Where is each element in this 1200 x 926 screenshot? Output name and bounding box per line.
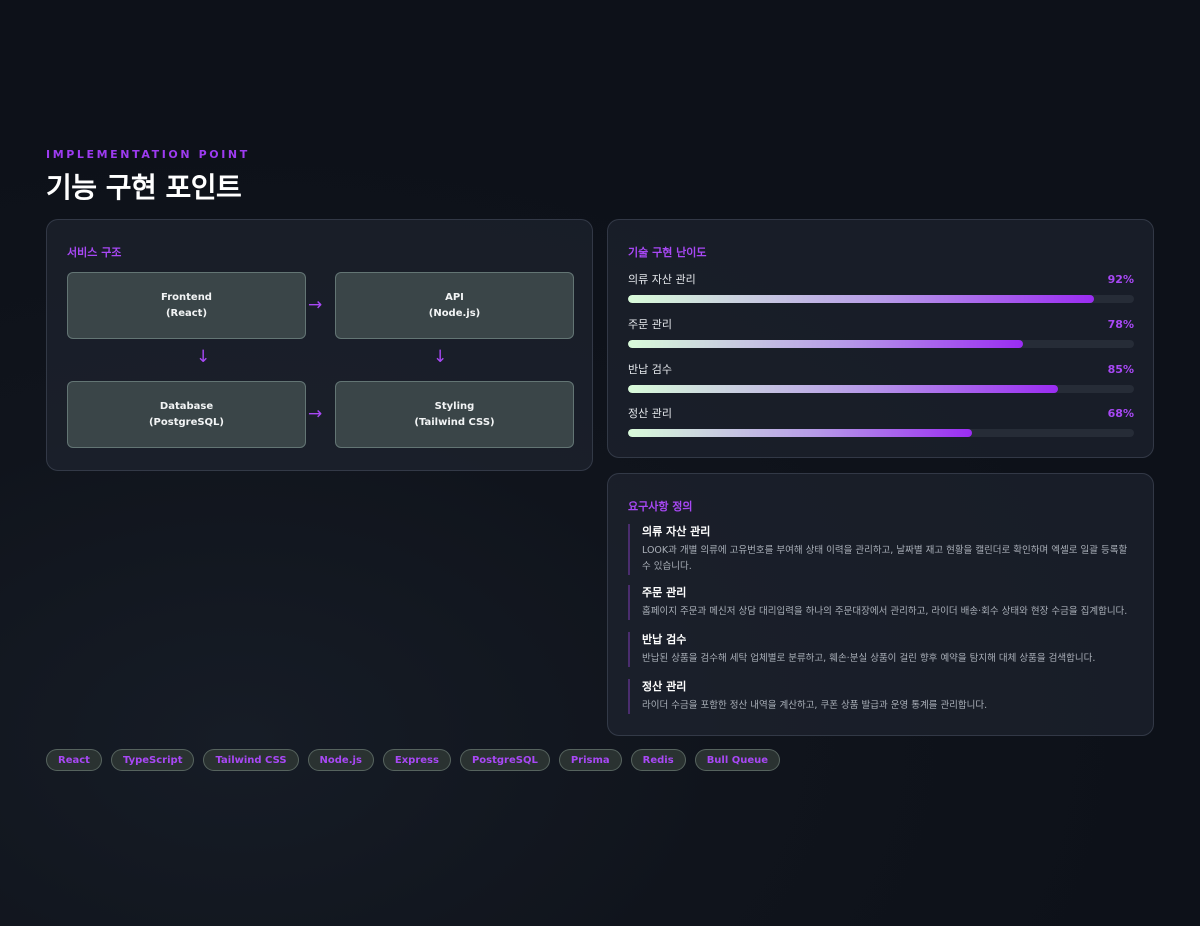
section-eyebrow: IMPLEMENTATION POINT [46, 148, 250, 161]
tag-typescript: TypeScript [110, 749, 195, 771]
tag-tailwind-css: Tailwind CSS [203, 749, 299, 771]
node-database: Database (PostgreSQL) [67, 381, 306, 448]
tag-react: React [46, 749, 102, 771]
difficulty-item-name: 반납 검수 [628, 363, 672, 376]
progress-track [628, 385, 1134, 393]
requirement-title: 주문 관리 [642, 586, 687, 599]
node-api: API (Node.js) [335, 272, 574, 339]
service-structure-card: 서비스 구조 Frontend (React) API (Node.js) Da… [46, 219, 593, 471]
difficulty-item-percent: 92% [1107, 272, 1134, 286]
tag-nodejs: Node.js [307, 749, 374, 771]
arrow-right-icon: → [308, 404, 323, 424]
node-styling-name: Styling [434, 400, 475, 412]
progress-fill [628, 429, 973, 437]
tech-stack-tags: React TypeScript Tailwind CSS Node.js Ex… [46, 749, 781, 771]
node-api-name: API [445, 291, 464, 303]
progress-track [628, 295, 1134, 303]
difficulty-item-percent: 85% [1107, 362, 1134, 376]
requirement-desc: 라이더 수금을 포함한 정산 내역을 계산하고, 쿠폰 상품 발급과 운영 통계… [642, 700, 988, 711]
requirement-title: 의류 자산 관리 [642, 525, 711, 538]
node-frontend-tech: (React) [165, 307, 208, 319]
node-styling-tech: (Tailwind CSS) [414, 416, 495, 428]
requirements-label: 요구사항 정의 [628, 500, 693, 513]
difficulty-card: 기술 구현 난이도 의류 자산 관리 92% 주문 관리 78% 반납 검수 8… [607, 219, 1154, 458]
requirement-desc: 홈페이지 주문과 메신저 상담 대리입력을 하나의 주문대장에서 관리하고, 라… [642, 606, 1128, 617]
difficulty-item: 주문 관리 78% [628, 316, 1134, 348]
difficulty-item-name: 정산 관리 [628, 407, 672, 420]
requirement-item: 정산 관리 라이더 수금을 포함한 정산 내역을 계산하고, 쿠폰 상품 발급과… [628, 679, 1133, 714]
difficulty-item: 정산 관리 68% [628, 405, 1134, 437]
node-frontend: Frontend (React) [67, 272, 306, 339]
difficulty-item-name: 의류 자산 관리 [628, 273, 696, 286]
progress-fill [628, 295, 1094, 303]
requirement-title: 정산 관리 [642, 680, 687, 693]
requirement-item: 반납 검수 반납된 상품을 검수해 세탁 업체별로 분류하고, 훼손·분실 상품… [628, 632, 1133, 667]
node-database-name: Database [159, 400, 214, 412]
node-database-tech: (PostgreSQL) [148, 416, 225, 428]
difficulty-item: 의류 자산 관리 92% [628, 271, 1134, 303]
tag-redis: Redis [630, 749, 686, 771]
arrow-down-icon: ↓ [433, 347, 448, 367]
requirement-title: 반납 검수 [642, 633, 687, 646]
tag-express: Express [382, 749, 451, 771]
progress-track [628, 340, 1134, 348]
node-api-tech: (Node.js) [428, 307, 481, 319]
page-title: 기능 구현 포인트 [46, 171, 242, 204]
difficulty-item-percent: 68% [1107, 406, 1134, 420]
service-structure-label: 서비스 구조 [67, 246, 122, 259]
arrow-right-icon: → [308, 295, 323, 315]
difficulty-item-name: 주문 관리 [628, 318, 672, 331]
difficulty-item-percent: 78% [1107, 317, 1134, 331]
requirement-desc: 반납된 상품을 검수해 세탁 업체별로 분류하고, 훼손·분실 상품이 걸린 향… [642, 653, 1096, 664]
progress-fill [628, 340, 1023, 348]
difficulty-label: 기술 구현 난이도 [628, 246, 707, 259]
node-frontend-name: Frontend [161, 291, 212, 303]
node-styling: Styling (Tailwind CSS) [335, 381, 574, 448]
progress-fill [628, 385, 1059, 393]
tag-bull-queue: Bull Queue [694, 749, 781, 771]
arrow-down-icon: ↓ [196, 347, 211, 367]
requirement-item: 주문 관리 홈페이지 주문과 메신저 상담 대리입력을 하나의 주문대장에서 관… [628, 585, 1133, 620]
tag-postgresql: PostgreSQL [459, 749, 550, 771]
requirement-desc: LOOK과 개별 의류에 고유번호를 부여해 상태 이력을 관리하고, 날짜별 … [642, 545, 1128, 572]
requirements-card: 요구사항 정의 의류 자산 관리 LOOK과 개별 의류에 고유번호를 부여해 … [607, 473, 1154, 736]
tag-prisma: Prisma [558, 749, 622, 771]
difficulty-item: 반납 검수 85% [628, 361, 1134, 393]
requirement-item: 의류 자산 관리 LOOK과 개별 의류에 고유번호를 부여해 상태 이력을 관… [628, 524, 1133, 575]
progress-track [628, 429, 1134, 437]
